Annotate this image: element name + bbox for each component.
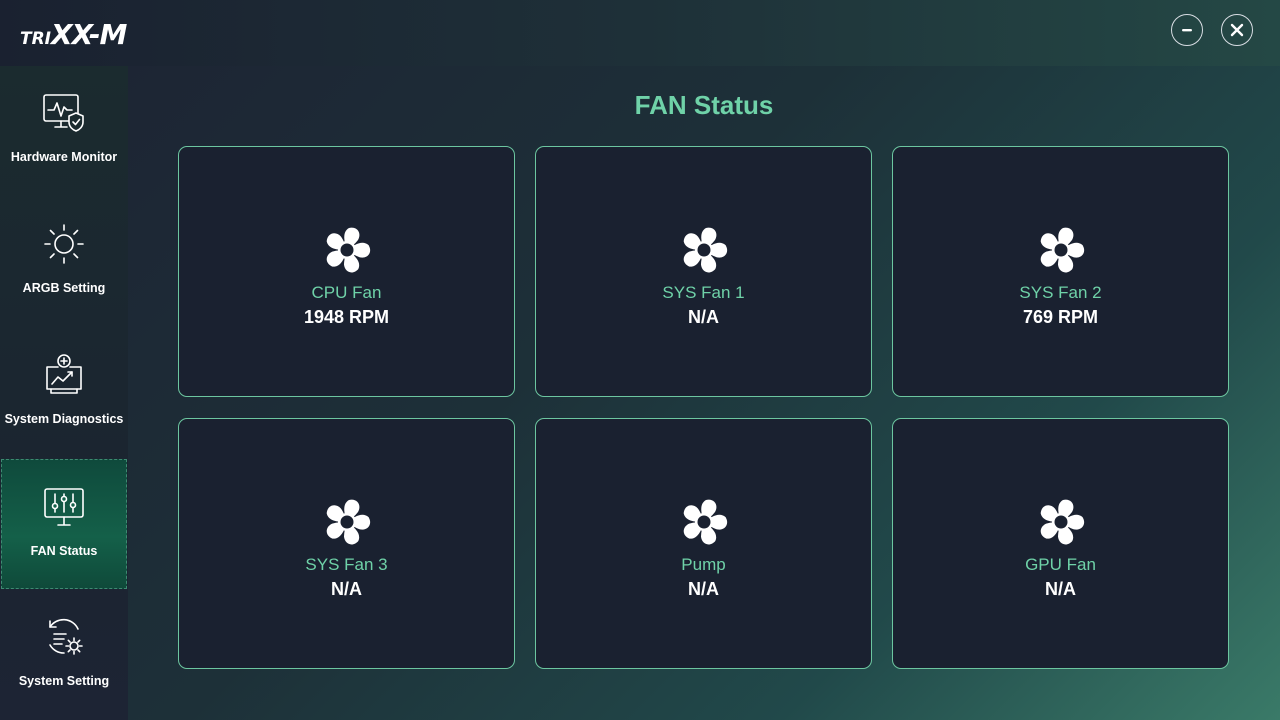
- fan-card: Pump N/A: [535, 418, 872, 669]
- sidebar-item-fan-status[interactable]: FAN Status: [1, 459, 127, 589]
- sidebar-item-label: FAN Status: [30, 544, 98, 558]
- sidebar-item-argb-setting[interactable]: ARGB Setting: [0, 197, 128, 327]
- fan-speed-value: 1948 RPM: [303, 307, 390, 327]
- fan-icon: [679, 497, 729, 547]
- close-button[interactable]: [1221, 14, 1253, 46]
- fan-icon: [1036, 497, 1086, 547]
- logo-prefix: TRI: [20, 29, 52, 49]
- fan-name: GPU Fan: [1025, 555, 1096, 574]
- fan-icon: [679, 225, 729, 275]
- fan-name: Pump: [681, 555, 726, 574]
- sidebar-item-system-diagnostics[interactable]: System Diagnostics: [0, 328, 128, 458]
- fan-icon: [322, 497, 372, 547]
- sliders-monitor-icon: [41, 484, 87, 530]
- page-title: FAN Status: [634, 90, 774, 120]
- fan-card: SYS Fan 3 N/A: [178, 418, 515, 669]
- sidebar-item-label: System Setting: [18, 674, 110, 688]
- fan-card: GPU Fan N/A: [892, 418, 1229, 669]
- sidebar-item-label: Hardware Monitor: [10, 150, 118, 164]
- sun-icon: [41, 221, 87, 267]
- sidebar: Hardware Monitor ARGB Setting System Dia…: [0, 66, 128, 720]
- minus-circle-icon: [1182, 29, 1192, 32]
- title-bar: TRI XX-M: [0, 0, 1280, 66]
- logo-main: XX-M: [51, 18, 127, 51]
- settings-sync-icon: [41, 614, 87, 660]
- fan-icon: [322, 225, 372, 275]
- fan-speed-value: N/A: [331, 579, 362, 599]
- fan-card: SYS Fan 1 N/A: [535, 146, 872, 397]
- sidebar-item-label: ARGB Setting: [22, 281, 106, 295]
- fan-icon: [1036, 225, 1086, 275]
- fan-speed-value: N/A: [688, 579, 719, 599]
- fan-name: SYS Fan 1: [662, 283, 745, 302]
- fan-card: CPU Fan 1948 RPM: [178, 146, 515, 397]
- fan-speed-value: N/A: [688, 307, 719, 327]
- fan-card: SYS Fan 2 769 RPM: [892, 146, 1229, 397]
- fan-speed-value: 769 RPM: [1022, 307, 1099, 327]
- sidebar-item-label: System Diagnostics: [4, 412, 124, 426]
- fan-name: SYS Fan 3: [305, 555, 388, 574]
- fan-name: CPU Fan: [311, 283, 382, 302]
- x-circle-icon: [1230, 23, 1244, 37]
- monitor-shield-icon: [41, 90, 87, 136]
- minimize-button[interactable]: [1171, 14, 1203, 46]
- fan-name: SYS Fan 2: [1019, 283, 1102, 302]
- diagnostics-icon: [41, 352, 87, 398]
- fan-speed-value: N/A: [1045, 579, 1076, 599]
- app-logo: TRI XX-M: [20, 18, 127, 51]
- sidebar-item-system-setting[interactable]: System Setting: [0, 590, 128, 720]
- sidebar-item-hardware-monitor[interactable]: Hardware Monitor: [0, 66, 128, 196]
